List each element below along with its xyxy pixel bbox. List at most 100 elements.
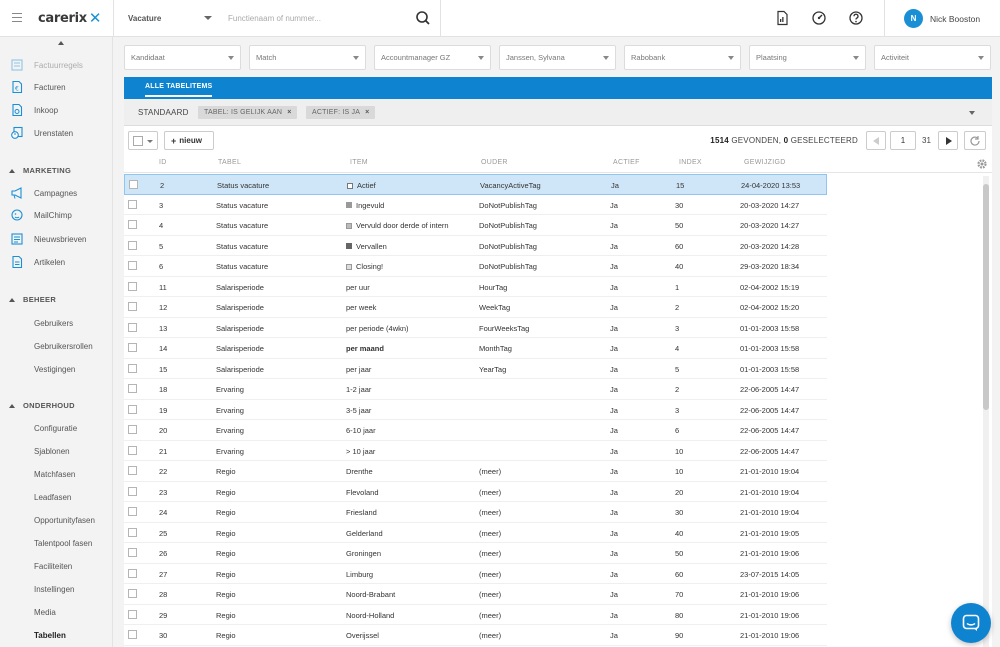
row-checkbox[interactable]	[128, 220, 137, 229]
filter-kandidaat[interactable]: Kandidaat	[124, 45, 241, 70]
table-row[interactable]: 2 Status vacature Actief VacancyActiveTag Ja…	[124, 174, 827, 195]
sidebar-item-inkoop[interactable]: Inkoop	[0, 100, 113, 120]
sidebar-item-mailchimp[interactable]: MailChimp	[0, 205, 113, 225]
sidebar-item-instellingen[interactable]: Instellingen	[0, 579, 113, 599]
table-row[interactable]: 21 Ervaring > 10 jaar Ja 10 22-06-2005 14:47	[124, 441, 827, 461]
carerix-logo[interactable]: carerix ✕	[38, 9, 101, 27]
row-checkbox[interactable]	[128, 384, 137, 393]
column-actief[interactable]: ACTIEF	[613, 159, 640, 166]
refresh-button[interactable]	[964, 131, 986, 150]
sidebar-item-configuratie[interactable]: Configuratie	[0, 418, 113, 438]
user-menu[interactable]: N Nick Booston	[904, 8, 980, 29]
row-checkbox[interactable]	[128, 527, 137, 537]
search-icon[interactable]	[414, 9, 432, 27]
next-page-button[interactable]	[938, 131, 958, 150]
gear-icon[interactable]	[976, 158, 988, 170]
column-tabel[interactable]: TABEL	[218, 159, 241, 166]
sidebar-item-facturen[interactable]: € Facturen	[0, 77, 113, 97]
table-row[interactable]: 25 Regio Gelderland (meer) Ja 40 21-01-2010 19…	[124, 523, 827, 543]
column-gewijzigd[interactable]: GEWIJZIGD	[744, 159, 786, 166]
table-row[interactable]: 24 Regio Friesland (meer) Ja 30 21-01-2010 19:…	[124, 502, 827, 523]
row-checkbox[interactable]	[128, 322, 137, 332]
sidebar-item-opportunityfasen[interactable]: Opportunityfasen	[0, 510, 113, 530]
table-row[interactable]: 28 Regio Noord-Brabant (meer) Ja 70 21-01-2010…	[124, 584, 827, 605]
scroll-up-icon[interactable]	[58, 41, 64, 45]
table-row[interactable]: 4 Status vacature Vervuld door derde of in…	[124, 215, 827, 236]
filter-accountmanager[interactable]: Accountmanager GZ	[374, 45, 491, 70]
row-checkbox[interactable]	[128, 568, 137, 578]
filter-company[interactable]: Rabobank	[624, 45, 741, 70]
table-row[interactable]: 6 Status vacature Closing! DoNotPublishTag J…	[124, 256, 827, 277]
table-row[interactable]: 18 Ervaring 1-2 jaar Ja 2 22-06-2005 14:47	[124, 379, 827, 400]
table-row[interactable]: 27 Regio Limburg (meer) Ja 60 23-07-2015 14:05	[124, 564, 827, 584]
dashboard-icon[interactable]	[811, 10, 827, 26]
sidebar-item-gebruikersrollen[interactable]: Gebruikersrollen	[0, 336, 113, 356]
scrollbar[interactable]	[983, 176, 989, 647]
section-marketing[interactable]: MARKETING	[9, 166, 71, 175]
row-checkbox[interactable]	[128, 609, 137, 619]
search-input[interactable]	[228, 11, 408, 25]
sidebar-item-matchfasen[interactable]: Matchfasen	[0, 464, 113, 484]
table-row[interactable]: 22 Regio Drenthe (meer) Ja 10 21-01-2010 19:04	[124, 461, 827, 482]
column-ouder[interactable]: OUDER	[481, 159, 508, 166]
filter-activiteit[interactable]: Activiteit	[874, 45, 991, 70]
table-row[interactable]: 26 Regio Groningen (meer) Ja 50 21-01-2010 19:…	[124, 543, 827, 564]
filter-chip-tabel[interactable]: TABEL: IS GELIJK AAN ×	[198, 106, 298, 119]
sidebar-item-media[interactable]: Media	[0, 602, 113, 622]
sidebar-item-campagnes[interactable]: Campagnes	[0, 183, 113, 203]
row-checkbox[interactable]	[128, 240, 137, 250]
row-checkbox[interactable]	[128, 548, 137, 557]
filter-plaatsing[interactable]: Plaatsing	[749, 45, 866, 70]
table-row[interactable]: 15 Salarisperiode per jaar YearTag Ja 5 01-01-…	[124, 359, 827, 379]
table-row[interactable]: 30 Regio Overijssel (meer) Ja 90 21-01-2010 19…	[124, 625, 827, 646]
row-checkbox[interactable]	[128, 199, 137, 209]
table-row[interactable]: 13 Salarisperiode per periode (4wkn) FourWe…	[124, 318, 827, 338]
report-icon[interactable]	[774, 10, 790, 26]
row-checkbox[interactable]	[128, 425, 137, 434]
sidebar-item-tabellen[interactable]: Tabellen	[0, 625, 113, 645]
help-icon[interactable]	[848, 10, 864, 26]
row-checkbox[interactable]	[128, 589, 137, 598]
column-item[interactable]: ITEM	[350, 159, 368, 166]
row-checkbox[interactable]	[128, 363, 137, 373]
sidebar-item-gebruikers[interactable]: Gebruikers	[0, 313, 113, 333]
sidebar-item-factuurregels[interactable]: Factuurregels	[0, 55, 113, 75]
sidebar-item-vestigingen[interactable]: Vestigingen	[0, 359, 113, 379]
select-all-dropdown[interactable]	[128, 131, 158, 150]
page-number-input[interactable]	[890, 131, 916, 150]
column-id[interactable]: ID	[159, 159, 167, 166]
table-row[interactable]: 5 Status vacature Vervallen DoNotPublishTag…	[124, 236, 827, 256]
row-checkbox[interactable]	[128, 507, 137, 516]
tab-alle-tabelitems[interactable]: ALLE TABELITEMS	[145, 83, 212, 90]
sidebar-item-artikelen[interactable]: Artikelen	[0, 252, 113, 272]
filter-match[interactable]: Match	[249, 45, 366, 70]
section-beheer[interactable]: BEHEER	[9, 295, 56, 304]
view-name[interactable]: STANDAARD	[138, 108, 189, 117]
row-checkbox[interactable]	[128, 281, 137, 291]
sidebar-item-nieuwsbrieven[interactable]: Nieuwsbrieven	[0, 229, 113, 249]
table-row[interactable]: 19 Ervaring 3-5 jaar Ja 3 22-06-2005 14:47	[124, 400, 827, 420]
close-icon[interactable]: ×	[365, 109, 369, 116]
table-row[interactable]: 3 Status vacature Ingevuld DoNotPublishTag J…	[124, 195, 827, 215]
sidebar-item-faciliteiten[interactable]: Faciliteiten	[0, 556, 113, 576]
chat-button[interactable]	[951, 603, 991, 643]
new-button[interactable]: + nieuw	[164, 131, 214, 150]
row-checkbox[interactable]	[128, 486, 137, 496]
table-row[interactable]: 23 Regio Flevoland (meer) Ja 20 21-01-2010 19:…	[124, 482, 827, 502]
table-row[interactable]: 14 Salarisperiode per maand MonthTag Ja 4 01-0…	[124, 338, 827, 359]
table-row[interactable]: 11 Salarisperiode per uur HourTag Ja 1 02-04-2…	[124, 277, 827, 297]
filter-chip-actief[interactable]: ACTIEF: IS JA ×	[306, 106, 376, 119]
row-checkbox[interactable]	[128, 466, 137, 475]
prev-page-button[interactable]	[866, 131, 886, 150]
sidebar-item-talentpool-fasen[interactable]: Talentpool fasen	[0, 533, 113, 553]
table-row[interactable]: 29 Regio Noord-Holland (meer) Ja 80 21-01-2010…	[124, 605, 827, 625]
section-onderhoud[interactable]: ONDERHOUD	[9, 401, 75, 410]
table-row[interactable]: 12 Salarisperiode per week WeekTag Ja 2 02-04-…	[124, 297, 827, 318]
menu-icon[interactable]	[12, 13, 22, 22]
chevron-down-icon[interactable]	[969, 111, 975, 115]
row-checkbox[interactable]	[128, 302, 137, 311]
row-checkbox[interactable]	[129, 180, 138, 189]
sidebar-item-leadfasen[interactable]: Leadfasen	[0, 487, 113, 507]
filter-contact[interactable]: Janssen, Sylvana	[499, 45, 616, 70]
row-checkbox[interactable]	[128, 445, 137, 455]
